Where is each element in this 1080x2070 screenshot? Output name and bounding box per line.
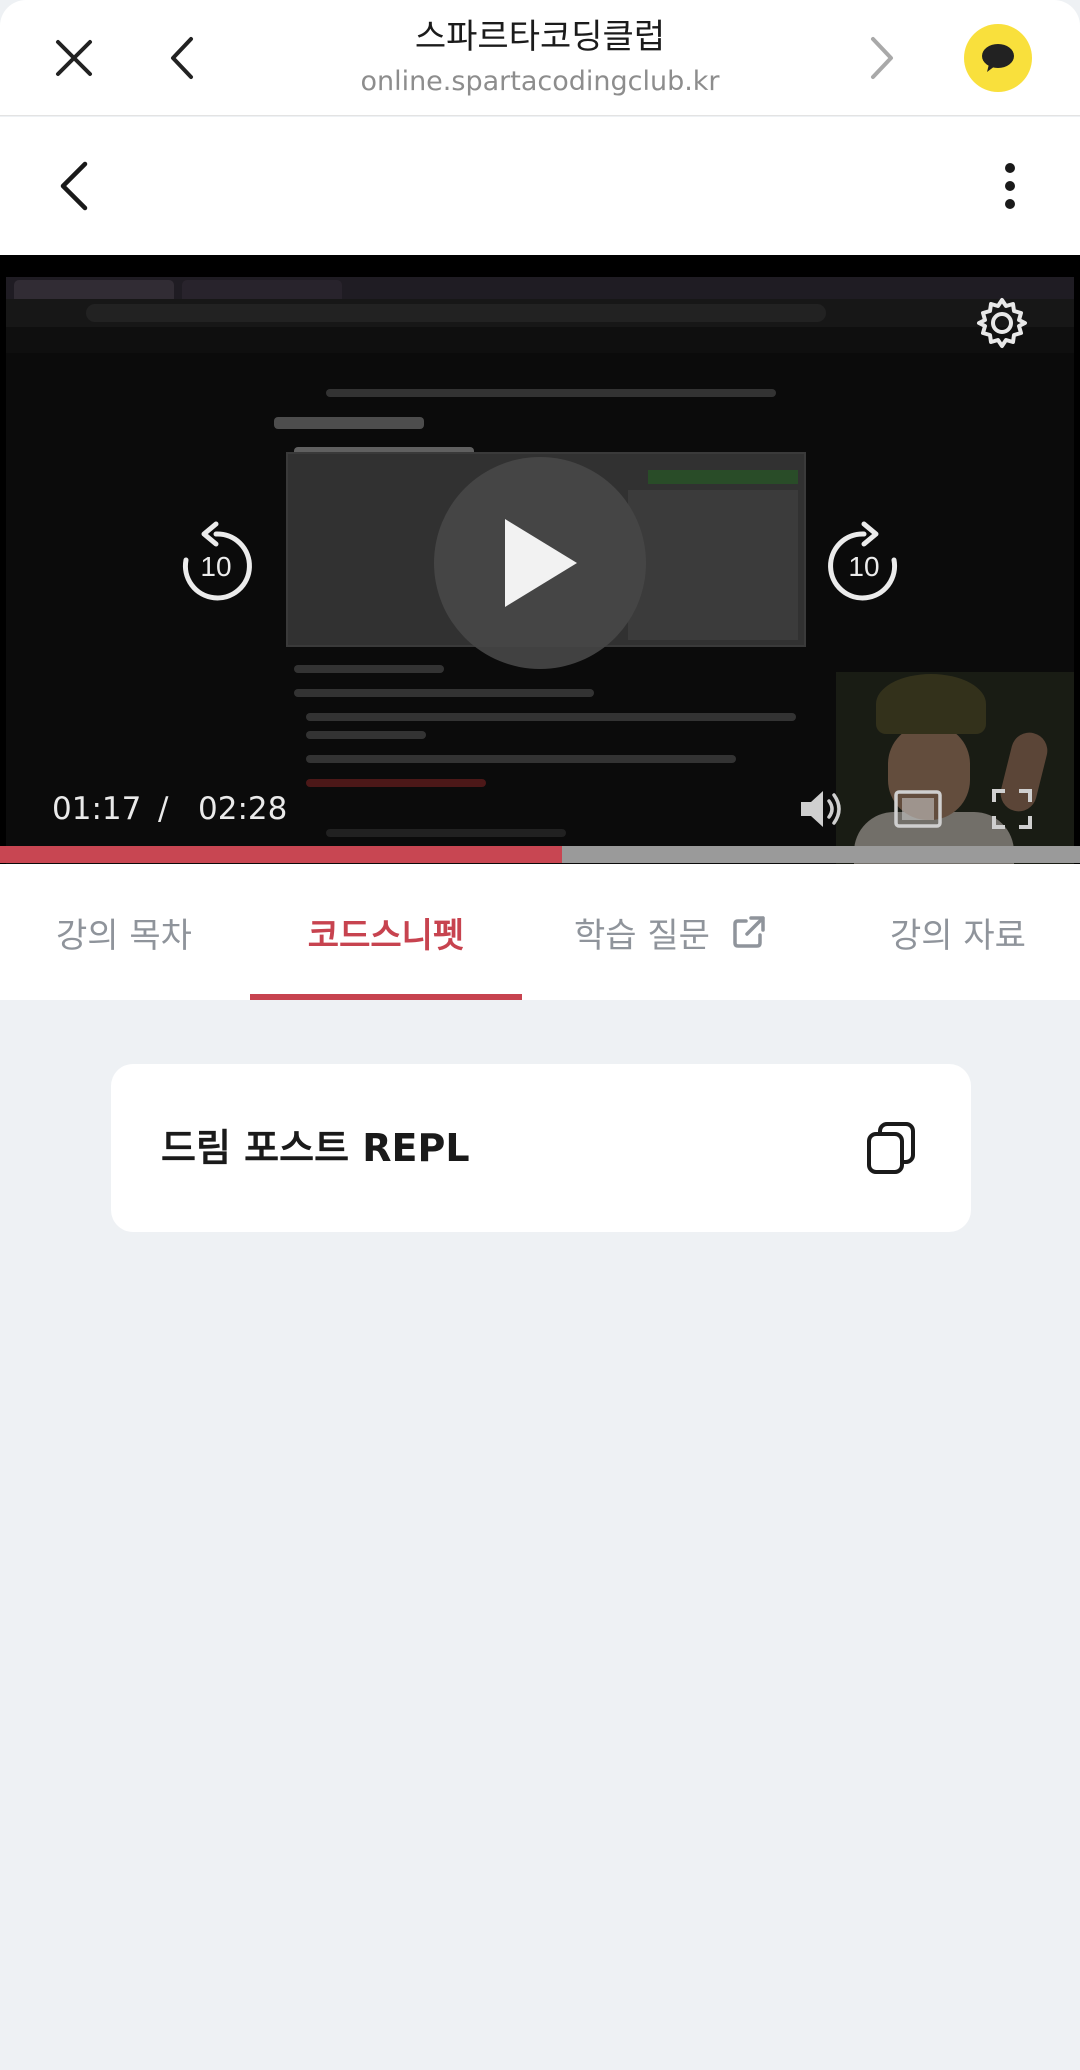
volume-icon: [801, 791, 841, 827]
video-player[interactable]: 10 10 01:17 / 02:28: [0, 255, 1080, 864]
fullscreen-button[interactable]: [986, 783, 1038, 835]
copy-button[interactable]: [859, 1116, 923, 1180]
page-header: [0, 117, 1080, 255]
browser-forward-icon[interactable]: [854, 30, 910, 86]
tab-lecture-materials[interactable]: 강의 자료: [858, 864, 1058, 1000]
code-snippet-card[interactable]: 드림 포스트 REPL: [111, 1064, 971, 1232]
time-separator: /: [158, 791, 169, 827]
active-tab-indicator: [250, 994, 522, 1000]
theater-mode-icon: [894, 790, 942, 828]
play-button[interactable]: [434, 457, 646, 669]
close-icon[interactable]: [46, 30, 102, 86]
browser-title-block: 스파르타코딩클럽 online.spartacodingclub.kr: [300, 14, 780, 100]
snippet-title: 드림 포스트 REPL: [161, 1126, 470, 1170]
tab-study-questions[interactable]: 학습 질문: [560, 864, 780, 1000]
chevron-left-icon: [60, 161, 88, 211]
play-icon: [505, 519, 577, 607]
replay-10-label: 10: [200, 551, 231, 582]
settings-button[interactable]: [972, 293, 1032, 353]
duration: 02:28: [198, 791, 288, 827]
more-vertical-icon: [1005, 163, 1015, 209]
current-time: 01:17: [52, 791, 142, 827]
tab-lecture-contents[interactable]: 강의 목차: [22, 864, 226, 1000]
browser-back-icon[interactable]: [154, 30, 210, 86]
gear-icon: [977, 298, 1027, 348]
in-app-browser-bar: 스파르타코딩클럽 online.spartacodingclub.kr: [0, 0, 1080, 116]
external-link-icon: [733, 916, 765, 948]
forward-10-icon: 10: [828, 521, 898, 601]
theater-mode-button[interactable]: [892, 783, 944, 835]
forward-10-label: 10: [848, 551, 879, 582]
replay-10-button[interactable]: 10: [176, 520, 256, 604]
back-button[interactable]: [44, 153, 104, 219]
progress-bar-fill: [0, 846, 562, 863]
copy-icon: [867, 1122, 915, 1174]
kakaotalk-share-button[interactable]: [964, 24, 1032, 92]
browser-title: 스파르타코딩클럽: [414, 17, 666, 57]
browser-url: online.spartacodingclub.kr: [360, 66, 720, 97]
more-options-button[interactable]: [980, 153, 1040, 219]
tab-study-questions-label: 학습 질문: [574, 915, 710, 956]
tab-code-snippet[interactable]: 코드스니펫: [250, 864, 522, 1000]
fullscreen-icon: [992, 789, 1032, 829]
replay-10-icon: 10: [182, 521, 252, 601]
lecture-tabs: 강의 목차 코드스니펫 학습 질문 강의 자료: [0, 864, 1080, 1000]
kakaotalk-icon: [982, 44, 1014, 72]
forward-10-button[interactable]: 10: [824, 520, 904, 604]
volume-button[interactable]: [796, 783, 848, 835]
progress-bar[interactable]: [0, 846, 1080, 863]
